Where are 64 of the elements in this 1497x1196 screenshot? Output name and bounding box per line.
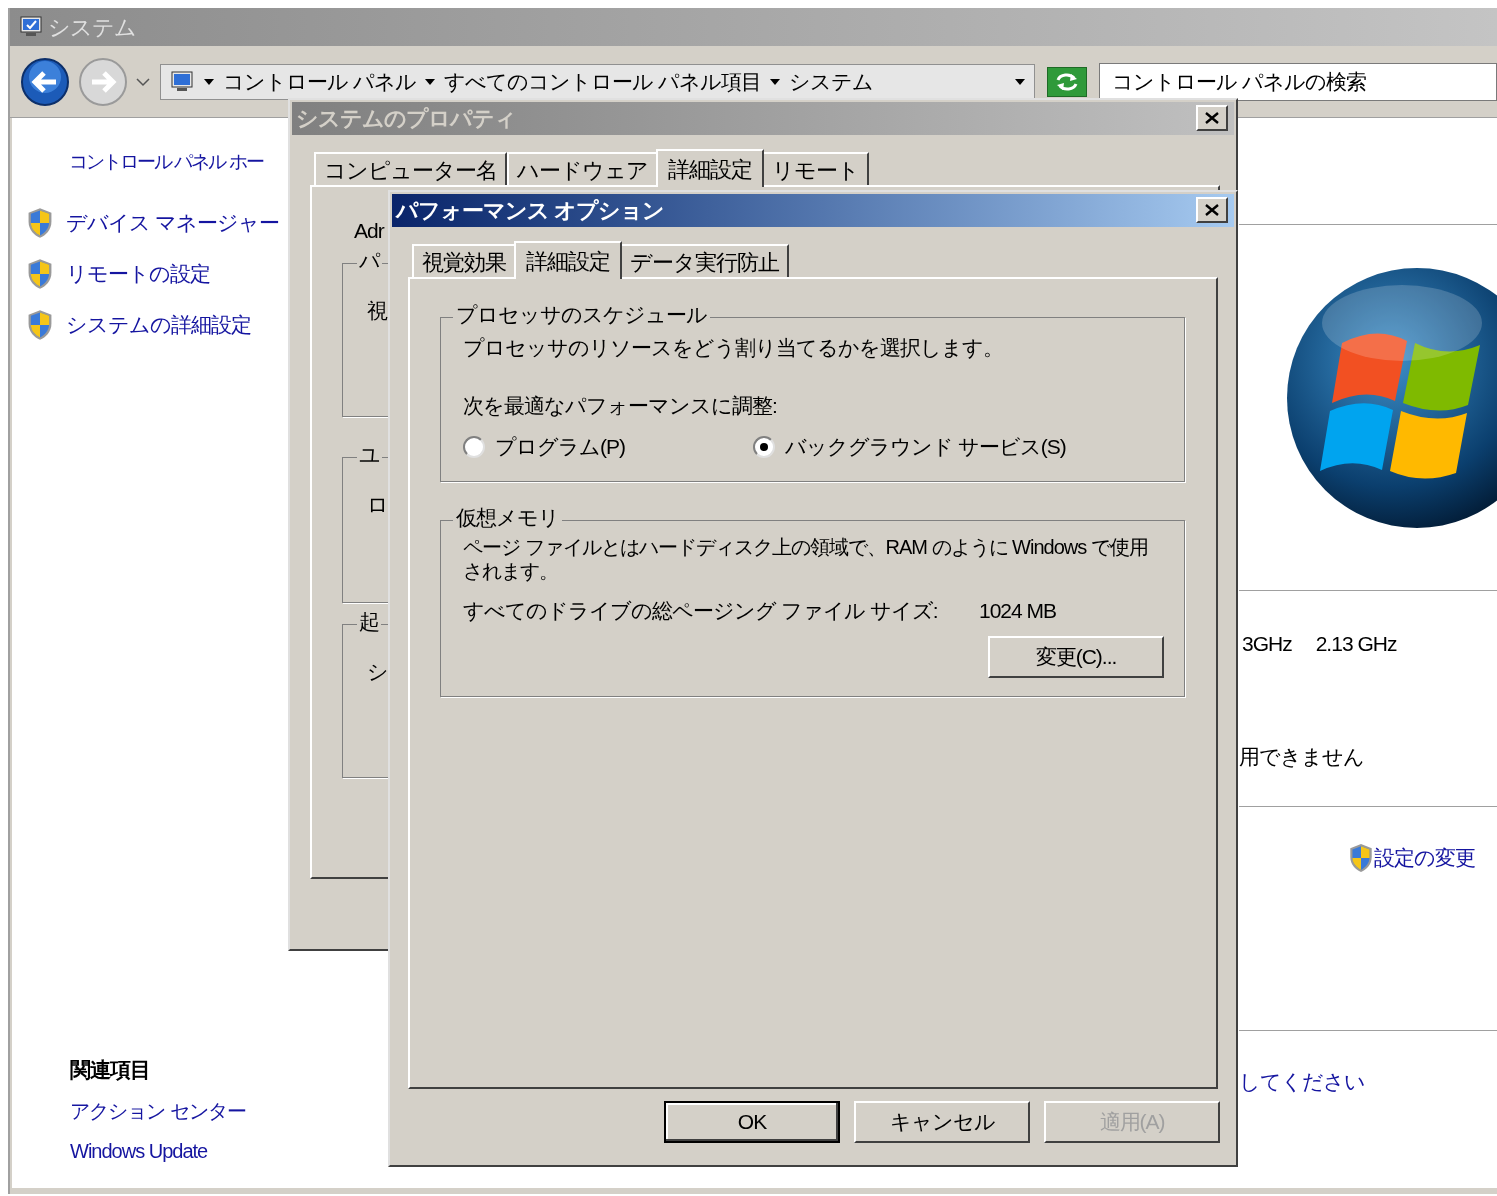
field-label: 次を最適なパフォーマンスに調整:	[463, 392, 778, 419]
group-label: 起	[357, 611, 381, 632]
dialog-button[interactable]: OK	[664, 1101, 840, 1143]
description-text: Adr	[354, 218, 384, 244]
tab[interactable]: コンピューター名	[314, 152, 507, 185]
sidebar-link[interactable]: デバイス マネージャー	[66, 206, 279, 239]
forward-button[interactable]	[78, 56, 128, 107]
size-value: 1024 MB	[979, 597, 1057, 624]
computer-icon	[168, 69, 195, 94]
activation-link[interactable]: してください	[1239, 1066, 1365, 1098]
shield-icon	[26, 308, 54, 341]
description-text: ロ	[367, 494, 388, 515]
related-link[interactable]: Windows Update	[70, 1135, 246, 1166]
breadcrumb[interactable]: システム	[788, 65, 873, 98]
breadcrumb[interactable]: すべてのコントロール パネル項目	[443, 65, 761, 98]
computer-icon	[18, 15, 44, 39]
tab[interactable]: 詳細設定	[656, 149, 764, 187]
group-label: パ	[357, 250, 382, 271]
dialog-title: パフォーマンス オプション	[396, 197, 665, 225]
shield-icon	[26, 257, 54, 290]
tab[interactable]: リモート	[762, 152, 869, 185]
window-title: システム	[48, 13, 136, 42]
caret-icon[interactable]	[768, 77, 781, 86]
close-button[interactable]	[1196, 197, 1228, 223]
caret-icon[interactable]	[202, 77, 215, 86]
info-value: 3GHz	[1242, 631, 1292, 657]
description-text: ページ ファイルとはハードディスク上の領域で、RAM のように Windows で使用されます。	[463, 534, 1149, 583]
shield-icon	[26, 206, 54, 239]
address-bar[interactable]: コントロール パネル すべてのコントロール パネル項目 システム	[159, 63, 1036, 100]
sidebar-link[interactable]: システムの詳細設定	[66, 308, 251, 341]
field-label: すべてのドライブの総ページング ファイル サイズ:	[463, 597, 939, 624]
tab[interactable]: 詳細設定	[514, 241, 622, 279]
radio-button[interactable]	[753, 435, 775, 458]
description-text: シ	[367, 661, 388, 682]
sidebar-link[interactable]: リモートの設定	[66, 257, 210, 290]
close-icon	[1205, 204, 1219, 216]
back-button[interactable]	[20, 56, 70, 107]
caret-icon[interactable]	[423, 77, 436, 86]
tab[interactable]: データ実行防止	[620, 244, 789, 277]
group-label: 仮想メモリ	[453, 506, 562, 528]
close-button[interactable]	[1196, 105, 1228, 131]
dialog-title: システムのプロパティ	[296, 105, 516, 133]
close-icon	[1205, 112, 1219, 124]
change-settings-link[interactable]: 設定の変更	[1374, 842, 1475, 874]
dropdown-caret-icon[interactable]	[1014, 77, 1027, 86]
radio-label[interactable]: バックグラウンド サービス(S)	[785, 431, 1066, 463]
tab[interactable]: 視覚効果	[412, 244, 516, 277]
change-button[interactable]: 変更(C)...	[988, 636, 1164, 678]
group-label: プロセッサのスケジュール	[453, 304, 710, 325]
info-value: 2.13 GHz	[1315, 631, 1397, 657]
radio-label[interactable]: プログラム(P)	[495, 431, 625, 463]
section-heading: 関連項目	[70, 1057, 151, 1083]
description-text: 視	[367, 300, 387, 321]
radio-button[interactable]	[463, 435, 485, 458]
dialog-button[interactable]: キャンセル	[854, 1101, 1030, 1143]
breadcrumb[interactable]: コントロール パネル	[222, 65, 416, 98]
search-field[interactable]: コントロール パネルの検索	[1099, 62, 1497, 101]
info-value: 用できません	[1239, 744, 1364, 770]
shield-icon	[1348, 842, 1374, 873]
home-link[interactable]: コントロール パネル ホー	[69, 148, 279, 177]
refresh-button[interactable]	[1047, 66, 1088, 97]
description-text: プロセッサのリソースをどう割り当てるかを選択します。	[463, 335, 1004, 361]
tab[interactable]: ハードウェア	[507, 152, 658, 185]
related-link[interactable]: アクション センター	[70, 1095, 246, 1126]
